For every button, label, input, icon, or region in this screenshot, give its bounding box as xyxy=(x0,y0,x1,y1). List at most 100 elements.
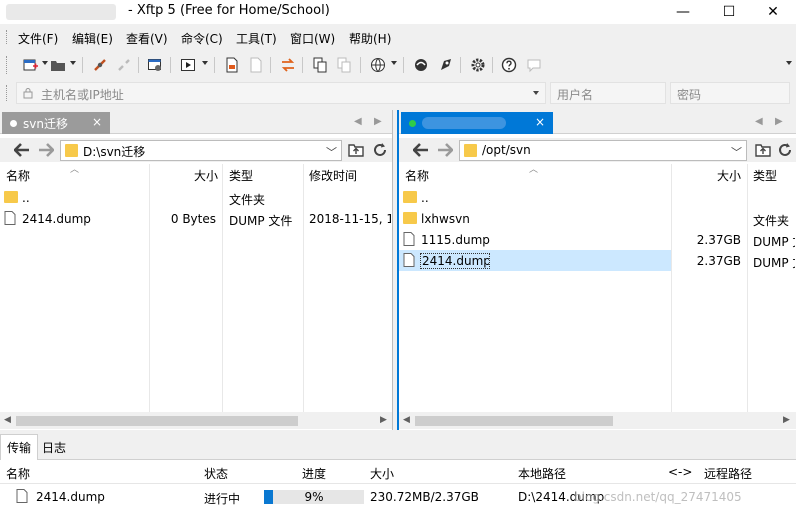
toolbar-grip xyxy=(6,56,9,74)
column-progress[interactable]: 进度 xyxy=(302,465,326,482)
remote-tab-strip: × ◀ ▶ xyxy=(399,110,796,134)
connect-icon[interactable] xyxy=(90,55,110,75)
column-name[interactable]: 名称 xyxy=(6,167,30,184)
file-type: DUMP 文件 xyxy=(229,214,293,228)
username-input[interactable]: 用户名 xyxy=(550,82,666,104)
redacted-host-label xyxy=(422,117,506,129)
column-direction[interactable]: <-> xyxy=(668,465,692,479)
file-modified: 2018-11-15, 12 xyxy=(309,212,391,226)
list-item[interactable]: .. xyxy=(399,187,796,208)
open-dropdown[interactable] xyxy=(70,61,76,65)
play-icon[interactable] xyxy=(178,55,198,75)
menu-window[interactable]: 窗口(W) xyxy=(290,30,335,47)
transfer-panel: 传输 日志 名称 状态 进度 大小 本地路径 <-> 远程路径 2414.dum… xyxy=(0,434,796,512)
tab-log[interactable]: 日志 xyxy=(36,434,72,460)
path-dropdown-icon[interactable]: ﹀ xyxy=(326,144,337,160)
menu-edit[interactable]: 编辑(E) xyxy=(72,30,113,47)
tab-prev-icon[interactable]: ◀ xyxy=(755,116,763,127)
menu-file[interactable]: 文件(F) xyxy=(18,30,58,47)
path-dropdown-icon[interactable]: ﹀ xyxy=(731,144,742,160)
progress-label: 9% xyxy=(304,490,324,504)
transfer-icon[interactable] xyxy=(278,55,298,75)
scroll-left-icon[interactable]: ◀ xyxy=(4,415,11,425)
column-size[interactable]: 大小 xyxy=(370,465,394,482)
remote-column-header: 名称 ︿ 大小 类型 xyxy=(399,164,796,184)
column-type[interactable]: 类型 xyxy=(229,167,253,184)
remote-path-input[interactable]: /opt/svn ﹀ xyxy=(459,140,747,161)
close-tab-icon[interactable]: × xyxy=(535,115,545,129)
toolbar-separator xyxy=(302,57,303,73)
new-session-icon[interactable] xyxy=(20,55,40,75)
menu-tools[interactable]: 工具(T) xyxy=(236,30,277,47)
back-arrow-icon[interactable] xyxy=(411,141,431,159)
column-size[interactable]: 大小 xyxy=(717,167,741,184)
tab-local-session[interactable]: svn迁移 × xyxy=(2,112,110,134)
scroll-thumb[interactable] xyxy=(16,416,298,426)
refresh-icon[interactable] xyxy=(370,141,390,159)
file-type: DUMP 文 xyxy=(753,256,795,270)
list-item[interactable]: .. 文件夹 xyxy=(0,187,392,208)
column-type[interactable]: 类型 xyxy=(753,167,777,184)
globe-icon[interactable] xyxy=(368,55,388,75)
scroll-left-icon[interactable]: ◀ xyxy=(403,415,410,425)
close-button[interactable]: ✕ xyxy=(750,0,796,24)
xftp-icon[interactable] xyxy=(436,55,456,75)
local-path-input[interactable]: D:\svn迁移 ﹀ xyxy=(60,140,342,161)
globe-dropdown[interactable] xyxy=(391,61,397,65)
progress-bar: 9% xyxy=(264,490,364,504)
list-item[interactable]: lxhwsvn 文件夹 xyxy=(399,208,796,229)
sort-indicator-icon: ︿ xyxy=(529,165,539,175)
host-input[interactable]: 主机名或IP地址 xyxy=(16,82,546,104)
copy-icon[interactable] xyxy=(310,55,330,75)
help-icon[interactable] xyxy=(499,55,519,75)
tab-transfers[interactable]: 传输 xyxy=(0,434,39,460)
open-folder-icon[interactable] xyxy=(48,55,68,75)
menu-view[interactable]: 查看(V) xyxy=(126,30,168,47)
new-file-icon[interactable] xyxy=(222,55,242,75)
tab-remote-session[interactable]: × xyxy=(401,112,553,134)
properties-icon[interactable] xyxy=(145,55,165,75)
folder-up-icon[interactable] xyxy=(346,141,366,159)
list-item-selected[interactable]: 2414.dump 2.37GB DUMP 文 xyxy=(399,250,796,271)
column-name[interactable]: 名称 xyxy=(6,465,30,482)
menu-command[interactable]: 命令(C) xyxy=(181,30,223,47)
toolbar-separator xyxy=(270,57,271,73)
close-tab-icon[interactable]: × xyxy=(92,115,102,129)
list-item[interactable]: 2414.dump 0 Bytes DUMP 文件 2018-11-15, 12 xyxy=(0,208,392,229)
column-name[interactable]: 名称 xyxy=(405,167,429,184)
column-size[interactable]: 大小 xyxy=(194,167,218,184)
minimize-button[interactable]: — xyxy=(660,0,706,24)
tab-prev-icon[interactable]: ◀ xyxy=(354,116,362,127)
remote-horizontal-scrollbar[interactable]: ◀ ▶ xyxy=(399,412,796,429)
list-item[interactable]: 1115.dump 2.37GB DUMP 文 xyxy=(399,229,796,250)
column-local-path[interactable]: 本地路径 xyxy=(518,465,566,482)
tab-next-icon[interactable]: ▶ xyxy=(775,116,783,127)
back-arrow-icon[interactable] xyxy=(12,141,32,159)
scroll-thumb[interactable] xyxy=(415,416,613,426)
scroll-right-icon[interactable]: ▶ xyxy=(380,415,387,425)
session-status-icon xyxy=(10,119,17,127)
menu-help[interactable]: 帮助(H) xyxy=(349,30,391,47)
toolbar-overflow[interactable] xyxy=(786,61,792,65)
play-dropdown[interactable] xyxy=(202,61,208,65)
column-status[interactable]: 状态 xyxy=(204,465,228,482)
maximize-button[interactable]: ☐ xyxy=(706,0,752,24)
local-nav-row: D:\svn迁移 ﹀ xyxy=(0,138,392,162)
transfer-file-name: 2414.dump xyxy=(36,490,105,504)
scroll-right-icon[interactable]: ▶ xyxy=(783,415,790,425)
password-input[interactable]: 密码 xyxy=(670,82,790,104)
gear-icon[interactable] xyxy=(468,55,488,75)
forward-arrow-icon[interactable] xyxy=(435,141,455,159)
forward-arrow-icon[interactable] xyxy=(36,141,56,159)
column-modified[interactable]: 修改时间 xyxy=(309,167,357,184)
local-column-header: 名称 ︿ 大小 类型 修改时间 xyxy=(0,164,392,184)
folder-icon xyxy=(403,191,417,203)
folder-up-icon[interactable] xyxy=(753,141,773,159)
xshell-icon[interactable] xyxy=(411,55,431,75)
refresh-icon[interactable] xyxy=(775,141,795,159)
host-dropdown-arrow[interactable] xyxy=(533,91,539,95)
column-remote-path[interactable]: 远程路径 xyxy=(704,465,752,482)
local-horizontal-scrollbar[interactable]: ◀ ▶ xyxy=(0,412,392,429)
tab-next-icon[interactable]: ▶ xyxy=(374,116,382,127)
address-grip xyxy=(6,85,9,101)
